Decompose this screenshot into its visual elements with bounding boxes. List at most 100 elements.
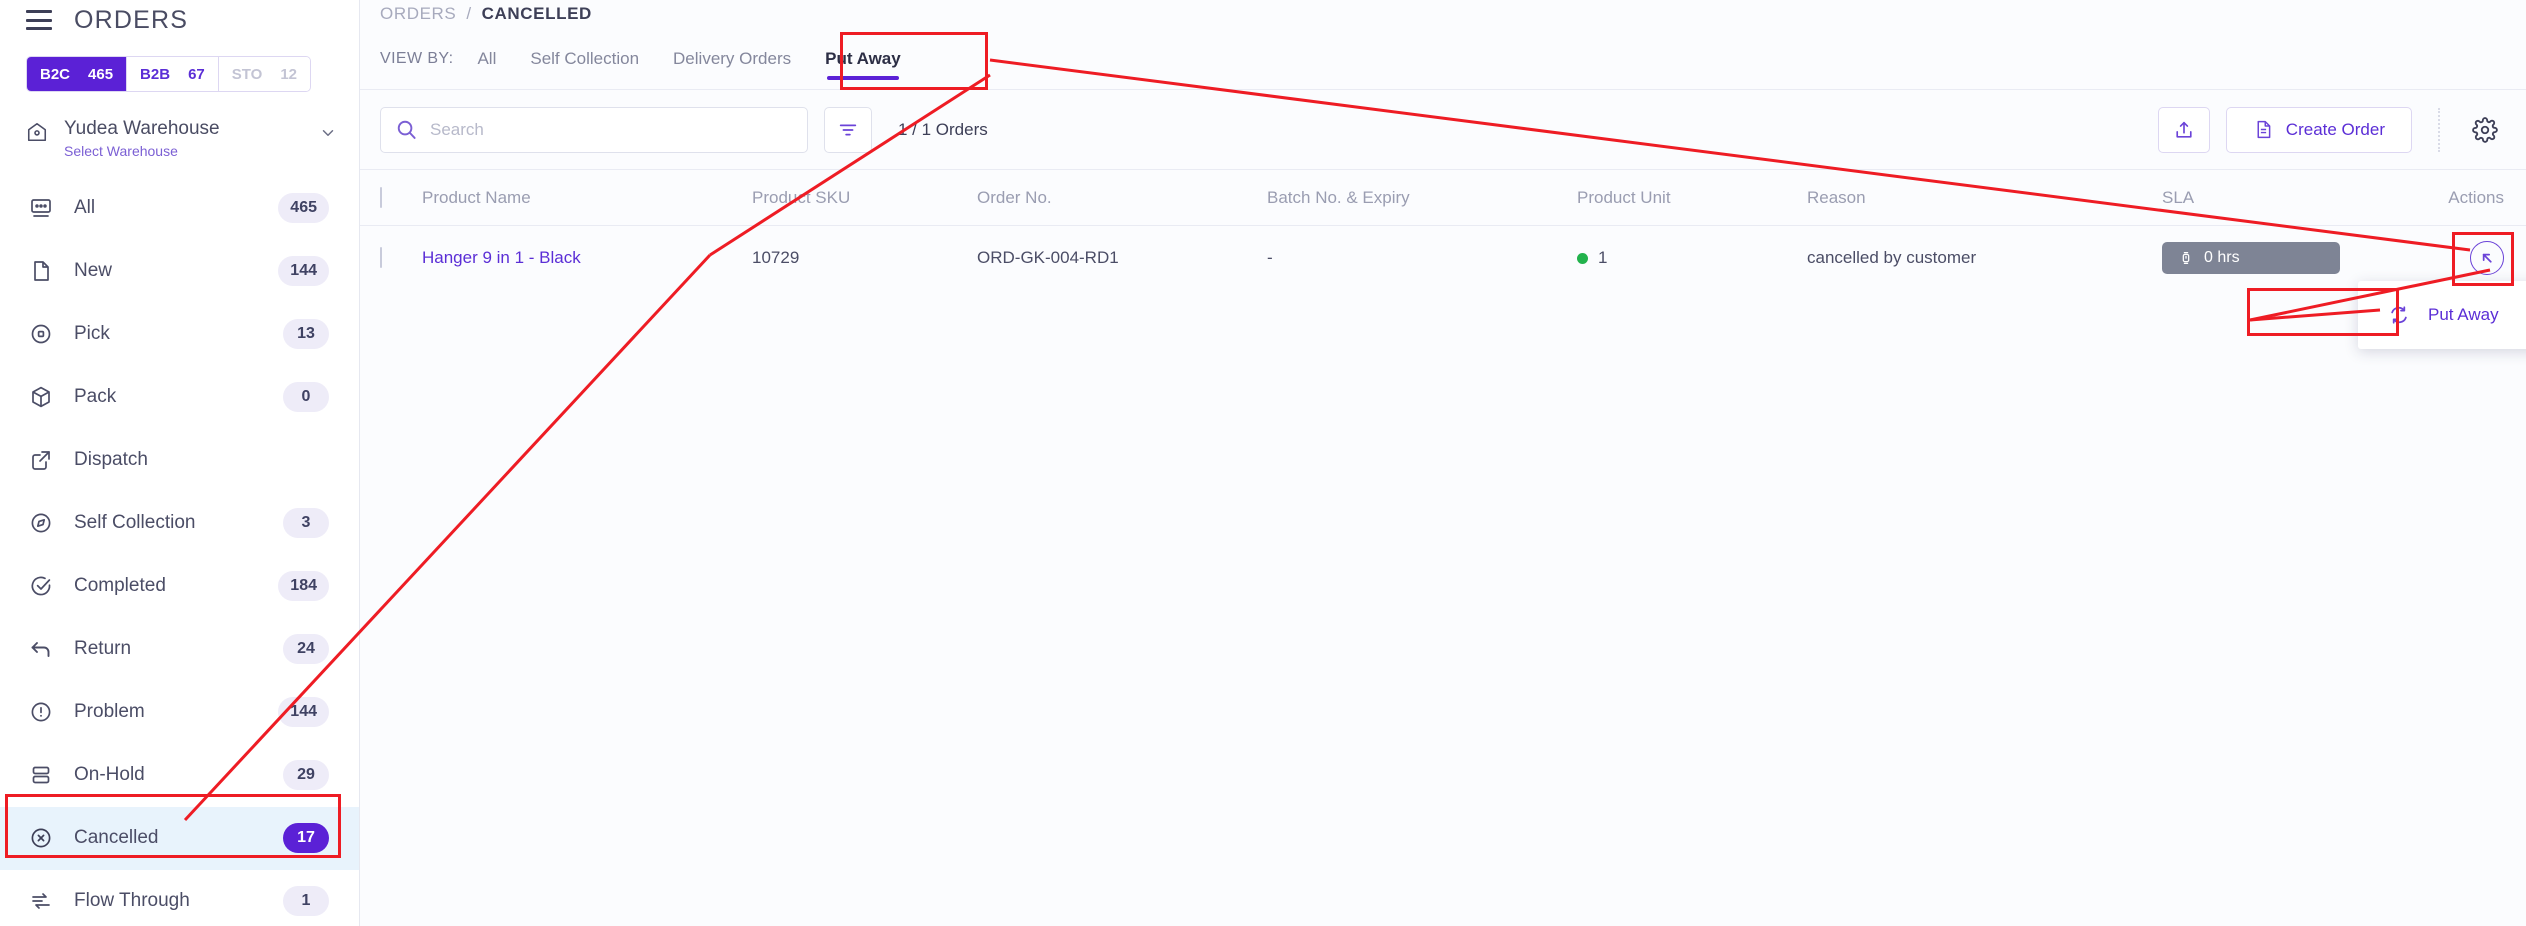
sidebar-item-on-hold[interactable]: On-Hold 29 xyxy=(0,744,359,807)
tab-self-collection[interactable]: Self Collection xyxy=(530,28,639,89)
sidebar-item-all-label: All xyxy=(74,197,96,219)
segment-b2b-label: B2B xyxy=(140,65,171,83)
sidebar-item-completed-badge: 184 xyxy=(278,571,329,602)
external-link-icon xyxy=(28,447,54,473)
menu-item-put-away[interactable]: Put Away xyxy=(2358,293,2526,337)
segment-sto-count: 12 xyxy=(280,65,298,83)
sidebar-item-problem[interactable]: Problem 144 xyxy=(0,681,359,744)
layers-icon xyxy=(28,762,54,788)
menu-item-put-away-label: Put Away xyxy=(2428,305,2499,324)
cell-actions xyxy=(2384,241,2504,275)
cell-product-unit-value: 1 xyxy=(1598,248,1608,267)
sidebar-item-flow-through[interactable]: Flow Through 1 xyxy=(0,870,359,926)
column-batch-expiry: Batch No. & Expiry xyxy=(1267,187,1410,207)
select-all-checkbox[interactable] xyxy=(380,186,382,208)
unit-status-dot xyxy=(1577,253,1588,265)
segment-b2b-count: 67 xyxy=(188,65,205,83)
sidebar-item-self-collection-label: Self Collection xyxy=(74,512,196,534)
cancel-circle-icon xyxy=(28,825,54,851)
check-circle-icon xyxy=(28,573,54,599)
sidebar-item-cancelled-badge: 17 xyxy=(283,823,329,854)
flow-through-icon xyxy=(28,888,54,914)
tab-delivery-orders[interactable]: Delivery Orders xyxy=(673,28,791,89)
cell-product-sku: 10729 xyxy=(752,248,800,267)
segment-b2c[interactable]: B2C 465 xyxy=(27,57,128,91)
sidebar-item-on-hold-badge: 29 xyxy=(283,760,329,791)
upload-button[interactable] xyxy=(2157,106,2210,153)
hamburger-icon[interactable] xyxy=(26,10,52,30)
cell-product-unit: 1 xyxy=(1577,248,1807,268)
sidebar-title: ORDERS xyxy=(74,5,189,34)
search-icon xyxy=(395,118,418,141)
breadcrumb-current: CANCELLED xyxy=(481,4,592,23)
put-away-arrow-icon[interactable] xyxy=(2470,241,2504,275)
main-content: ORDERS / CANCELLED VIEW BY: All Self Col… xyxy=(360,0,2526,926)
sidebar-item-pick[interactable]: Pick 13 xyxy=(0,303,359,366)
column-product-sku: Product SKU xyxy=(752,187,851,207)
sidebar-item-pack-badge: 0 xyxy=(283,382,329,413)
warehouse-selector[interactable]: Yudea Warehouse Select Warehouse xyxy=(26,118,359,159)
chevron-down-icon[interactable] xyxy=(319,124,337,142)
sidebar-nav: All 465 New 144 Pick 13 Pack 0 Dispatch … xyxy=(0,177,359,926)
tab-all[interactable]: All xyxy=(477,28,496,89)
sidebar-item-self-collection[interactable]: Self Collection 3 xyxy=(0,492,359,555)
filter-icon xyxy=(837,119,859,141)
create-order-button[interactable]: Create Order xyxy=(2225,106,2412,153)
breadcrumb-root[interactable]: ORDERS xyxy=(380,4,456,24)
row-checkbox[interactable] xyxy=(380,247,382,268)
sidebar-item-all[interactable]: All 465 xyxy=(0,177,359,240)
refresh-icon xyxy=(2388,304,2410,326)
cell-order-no: ORD-GK-004-RD1 xyxy=(977,248,1119,267)
search-box[interactable] xyxy=(380,106,808,153)
file-icon xyxy=(28,258,54,284)
cell-batch-expiry: - xyxy=(1267,248,1273,267)
sidebar-item-return-label: Return xyxy=(74,638,132,660)
column-reason: Reason xyxy=(1807,187,1866,207)
sidebar-item-completed-label: Completed xyxy=(74,575,166,597)
sidebar-item-cancelled-label: Cancelled xyxy=(74,827,159,849)
segment-b2b[interactable]: B2B 67 xyxy=(127,57,219,91)
sidebar-item-pack-label: Pack xyxy=(74,386,117,408)
sidebar-item-on-hold-label: On-Hold xyxy=(74,764,145,786)
sidebar-item-dispatch-label: Dispatch xyxy=(74,449,148,471)
sidebar-item-pick-label: Pick xyxy=(74,323,110,345)
filter-button[interactable] xyxy=(824,106,872,153)
view-by-label: VIEW BY: xyxy=(380,49,454,67)
settings-button[interactable] xyxy=(2466,111,2504,149)
sidebar: ORDERS B2C 465 B2B 67 STO 12 Yudea Wareh… xyxy=(0,0,360,926)
segment-sto[interactable]: STO 12 xyxy=(218,57,311,91)
table-row[interactable]: Hanger 9 in 1 - Black 10729 ORD-GK-004-R… xyxy=(360,226,2526,290)
box-icon xyxy=(28,384,54,410)
sidebar-item-flow-through-badge: 1 xyxy=(283,886,329,917)
view-by-bar: VIEW BY: All Self Collection Delivery Or… xyxy=(360,28,2526,90)
action-menu-popup: Put Away xyxy=(2358,281,2526,349)
compass-icon xyxy=(28,510,54,536)
tab-put-away[interactable]: Put Away xyxy=(825,28,901,89)
sidebar-item-pack[interactable]: Pack 0 xyxy=(0,366,359,429)
breadcrumb: ORDERS / CANCELLED xyxy=(360,0,2526,28)
sidebar-item-completed[interactable]: Completed 184 xyxy=(0,555,359,618)
sidebar-item-dispatch[interactable]: Dispatch xyxy=(0,429,359,492)
return-arrow-icon xyxy=(28,636,54,662)
orders-table: Product Name Product SKU Order No. Batch… xyxy=(360,170,2526,290)
clock-icon xyxy=(2178,250,2194,266)
column-sla: SLA xyxy=(2162,187,2195,207)
toolbar-divider xyxy=(2438,107,2440,152)
sidebar-item-cancelled[interactable]: Cancelled 17 xyxy=(0,806,359,870)
gear-icon xyxy=(2472,116,2498,143)
sidebar-item-return[interactable]: Return 24 xyxy=(0,618,359,681)
search-input[interactable] xyxy=(430,119,793,140)
document-icon xyxy=(2253,119,2274,140)
sidebar-header: ORDERS xyxy=(0,0,359,40)
sla-value: 0 hrs xyxy=(2204,249,2240,266)
warehouse-subtitle: Select Warehouse xyxy=(64,142,178,159)
cell-product-name[interactable]: Hanger 9 in 1 - Black xyxy=(422,248,752,268)
column-product-unit: Product Unit xyxy=(1577,187,1671,207)
column-actions: Actions xyxy=(2448,187,2504,207)
view-by-tabs: All Self Collection Delivery Orders Put … xyxy=(477,28,901,89)
sidebar-item-new[interactable]: New 144 xyxy=(0,240,359,303)
segment-sto-label: STO xyxy=(231,65,263,83)
order-type-segmented-control: B2C 465 B2B 67 STO 12 xyxy=(26,56,312,92)
cell-sla: 0 hrs xyxy=(2162,242,2384,274)
segment-b2c-label: B2C xyxy=(40,65,71,83)
